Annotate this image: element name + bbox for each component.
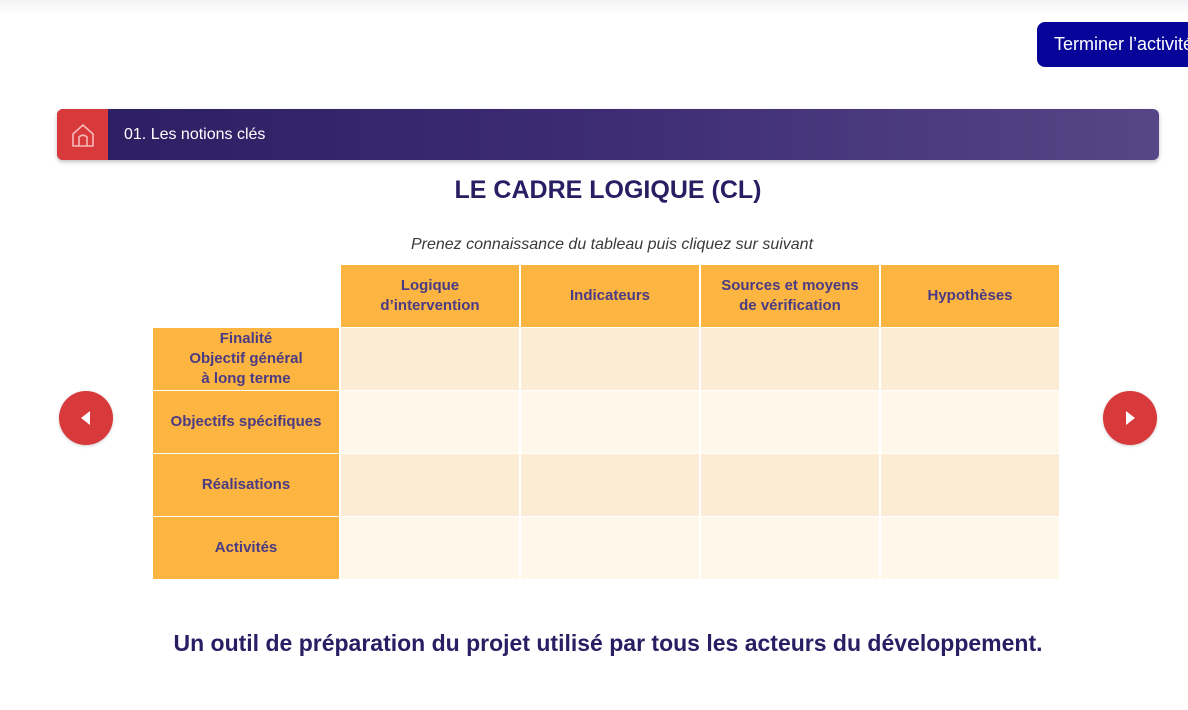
triangle-right-icon (1126, 411, 1135, 425)
home-button[interactable] (57, 109, 108, 160)
conclusion-text: Un outil de préparation du projet utilis… (173, 630, 1043, 656)
section-header-bar: 01. Les notions clés (57, 109, 1159, 160)
table-cell (521, 517, 699, 579)
row-header-label: Activités (214, 539, 278, 556)
row-header-label: Finalité Objectif général à long terme (189, 330, 303, 387)
column-header: Indicateurs (521, 265, 699, 327)
table-cell (341, 328, 519, 390)
logframe-table: Logique d’intervention Indicateurs Sourc… (153, 265, 1059, 579)
table-cell (521, 454, 699, 516)
row-header: Activités (153, 517, 339, 579)
table-cell (521, 391, 699, 453)
triangle-left-icon (81, 411, 90, 425)
column-header: Sources et moyens de vérification (701, 265, 879, 327)
column-header: Logique d’intervention (341, 265, 519, 327)
column-header-label: Indicateurs (569, 287, 651, 304)
table-cell (341, 454, 519, 516)
next-button[interactable] (1103, 391, 1157, 445)
instruction-text: Prenez connaissance du tableau puis cliq… (410, 236, 814, 253)
table-cell (701, 517, 879, 579)
table-cell (341, 391, 519, 453)
table-cell (341, 517, 519, 579)
table-cell (701, 328, 879, 390)
table-cell (701, 454, 879, 516)
column-header-label: Hypothèses (927, 287, 1013, 304)
previous-button[interactable] (59, 391, 113, 445)
column-header-label: Logique d’intervention (380, 277, 480, 314)
page-title: LE CADRE LOGIQUE (CL) (454, 176, 762, 204)
column-header-label: Sources et moyens de vérification (721, 277, 859, 314)
row-header: Objectifs spécifiques (153, 391, 339, 453)
section-title: 01. Les notions clés (124, 126, 266, 143)
row-header-label: Objectifs spécifiques (170, 413, 322, 430)
row-header: Finalité Objectif général à long terme (153, 328, 339, 390)
home-icon (71, 123, 94, 147)
row-header-label: Réalisations (201, 476, 291, 493)
activity-page: Terminer l’activité 01. Les notions clés… (0, 0, 1188, 710)
finish-activity-button[interactable]: Terminer l’activité (1037, 22, 1188, 67)
table-cell (881, 391, 1059, 453)
table-cell (521, 328, 699, 390)
table-cell (881, 517, 1059, 579)
table-corner (153, 265, 339, 327)
column-header: Hypothèses (881, 265, 1059, 327)
table-cell (701, 391, 879, 453)
table-cell (881, 454, 1059, 516)
row-header: Réalisations (153, 454, 339, 516)
top-bar (0, 0, 1188, 14)
table-cell (881, 328, 1059, 390)
